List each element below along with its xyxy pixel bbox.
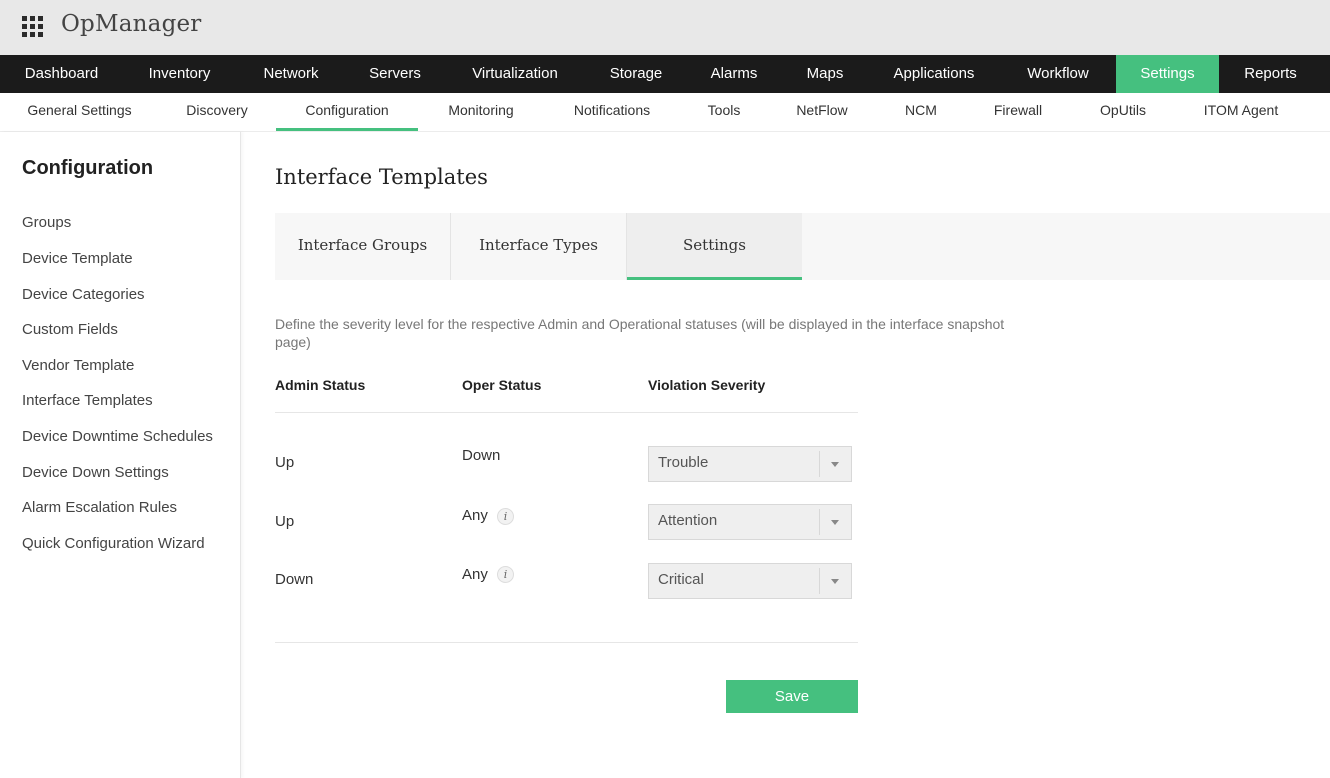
app-title: OpManager xyxy=(61,11,202,37)
nav-reports[interactable]: Reports xyxy=(1219,55,1322,93)
nav-servers[interactable]: Servers xyxy=(346,55,444,93)
subnav-general-settings[interactable]: General Settings xyxy=(14,93,145,131)
subnav-discovery[interactable]: Discovery xyxy=(167,93,267,131)
row-2-severity-value: Attention xyxy=(658,512,718,529)
row-2-severity-select[interactable]: Attention xyxy=(648,504,852,540)
sidebar-item-quick-configuration-wizard[interactable]: Quick Configuration Wizard xyxy=(22,535,205,552)
column-header-oper-status: Oper Status xyxy=(462,377,542,393)
apps-grid-icon[interactable] xyxy=(22,16,44,38)
sidebar-item-custom-fields[interactable]: Custom Fields xyxy=(22,321,118,338)
dropdown-arrow-icon xyxy=(831,579,839,584)
subnav-itom-agent[interactable]: ITOM Agent xyxy=(1191,93,1291,131)
nav-dashboard[interactable]: Dashboard xyxy=(0,55,123,93)
tabs-bar: Interface Groups Interface Types Setting… xyxy=(275,213,1330,280)
app-header: OpManager xyxy=(0,0,1330,55)
sidebar-item-interface-templates[interactable]: Interface Templates xyxy=(22,392,153,409)
nav-network[interactable]: Network xyxy=(236,55,346,93)
select-divider xyxy=(819,509,820,535)
row-3-admin-status: Down xyxy=(275,571,314,588)
nav-inventory[interactable]: Inventory xyxy=(123,55,236,93)
column-header-violation-severity: Violation Severity xyxy=(648,377,766,393)
nav-applications[interactable]: Applications xyxy=(868,55,1000,93)
sidebar-item-vendor-template[interactable]: Vendor Template xyxy=(22,357,134,374)
info-icon[interactable]: i xyxy=(497,508,514,525)
info-icon[interactable]: i xyxy=(497,566,514,583)
row-2-admin-status: Up xyxy=(275,513,295,530)
subnav-configuration[interactable]: Configuration xyxy=(276,93,418,131)
nav-storage[interactable]: Storage xyxy=(586,55,686,93)
main-nav: Dashboard Inventory Network Servers Virt… xyxy=(0,55,1330,93)
nav-maps[interactable]: Maps xyxy=(782,55,868,93)
page-title: Interface Templates xyxy=(275,165,488,189)
sidebar: Configuration Groups Device Template Dev… xyxy=(0,132,241,778)
tab-interface-groups[interactable]: Interface Groups xyxy=(275,213,451,280)
nav-workflow[interactable]: Workflow xyxy=(1000,55,1116,93)
row-1-oper-status: Down xyxy=(462,447,501,464)
nav-virtualization[interactable]: Virtualization xyxy=(444,55,586,93)
subnav-ncm[interactable]: NCM xyxy=(891,93,951,131)
nav-settings[interactable]: Settings xyxy=(1116,55,1219,93)
header-divider xyxy=(275,412,858,413)
row-3-severity-value: Critical xyxy=(658,571,704,588)
subnav-netflow[interactable]: NetFlow xyxy=(787,93,857,131)
sidebar-item-device-template[interactable]: Device Template xyxy=(22,250,133,267)
sidebar-title: Configuration xyxy=(22,157,154,179)
nav-alarms[interactable]: Alarms xyxy=(686,55,782,93)
row-1-admin-status: Up xyxy=(275,454,295,471)
row-1-severity-select[interactable]: Trouble xyxy=(648,446,852,482)
save-button[interactable]: Save xyxy=(726,680,858,713)
row-2-oper-status: Any xyxy=(462,507,488,524)
description-text: Define the severity level for the respec… xyxy=(275,316,1005,350)
subnav-notifications[interactable]: Notifications xyxy=(557,93,667,131)
subnav-firewall[interactable]: Firewall xyxy=(983,93,1053,131)
sub-nav: General Settings Discovery Configuration… xyxy=(0,93,1330,132)
sidebar-item-alarm-escalation-rules[interactable]: Alarm Escalation Rules xyxy=(22,499,177,516)
column-header-admin-status: Admin Status xyxy=(275,377,366,393)
footer-divider xyxy=(275,642,858,643)
row-1-severity-value: Trouble xyxy=(658,454,709,471)
dropdown-arrow-icon xyxy=(831,520,839,525)
tab-settings[interactable]: Settings xyxy=(627,213,802,280)
sidebar-item-groups[interactable]: Groups xyxy=(22,214,71,231)
subnav-tools[interactable]: Tools xyxy=(694,93,754,131)
row-3-severity-select[interactable]: Critical xyxy=(648,563,852,599)
subnav-oputils[interactable]: OpUtils xyxy=(1088,93,1158,131)
tab-interface-types[interactable]: Interface Types xyxy=(451,213,627,280)
select-divider xyxy=(819,568,820,594)
sidebar-item-device-down-settings[interactable]: Device Down Settings xyxy=(22,464,169,481)
dropdown-arrow-icon xyxy=(831,462,839,467)
subnav-monitoring[interactable]: Monitoring xyxy=(431,93,531,131)
select-divider xyxy=(819,451,820,477)
sidebar-item-device-downtime-schedules[interactable]: Device Downtime Schedules xyxy=(22,428,213,445)
sidebar-item-device-categories[interactable]: Device Categories xyxy=(22,286,145,303)
row-3-oper-status: Any xyxy=(462,566,488,583)
